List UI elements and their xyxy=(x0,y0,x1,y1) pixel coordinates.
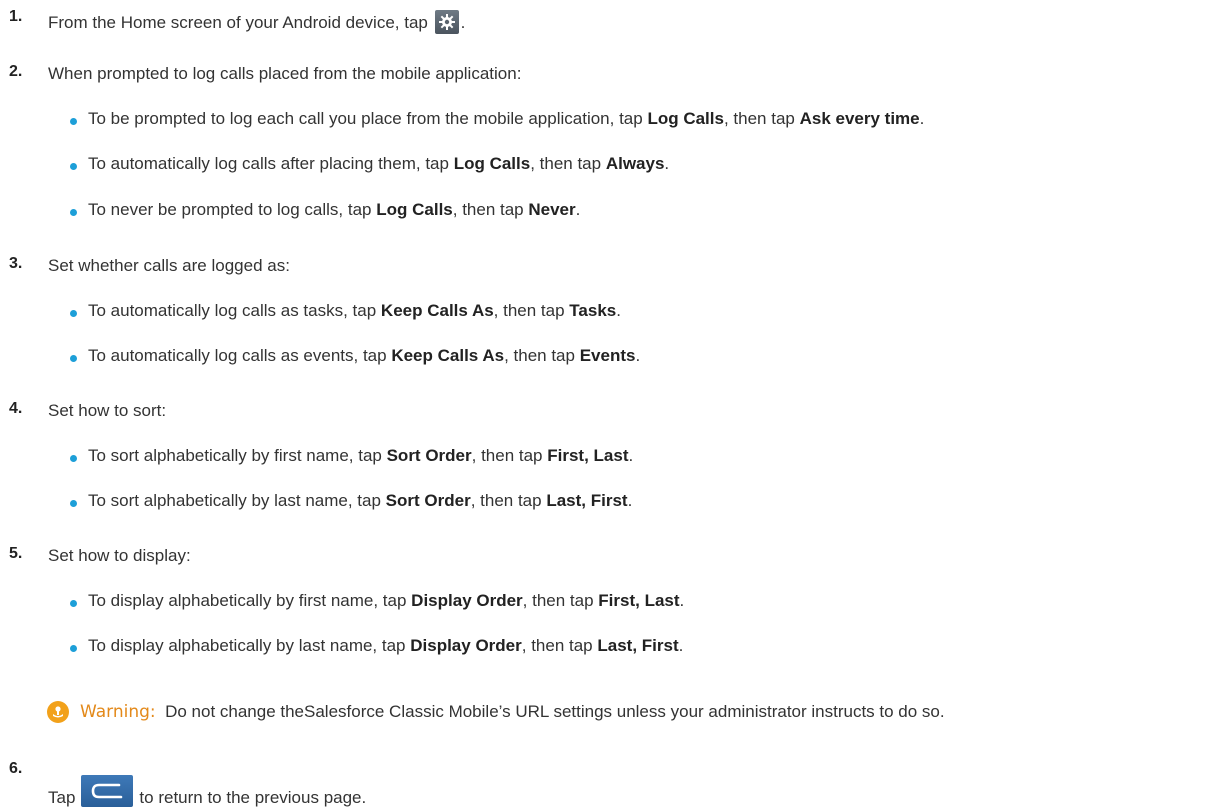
bullet-dot xyxy=(70,645,77,652)
warning-text-line: Warning: Do not change theSalesforce Cla… xyxy=(80,702,945,722)
bullet-text: To display alphabetically by last name, … xyxy=(88,636,684,655)
step-number: 6. xyxy=(9,760,23,777)
step-number: 4. xyxy=(9,400,23,417)
warning-text: Do not change theSalesforce Classic Mobi… xyxy=(165,702,945,721)
step-number: 2. xyxy=(9,63,23,80)
bullet-text: To automatically log calls after placing… xyxy=(88,154,670,173)
step-text: When prompted to log calls placed from t… xyxy=(48,64,522,83)
bullet-text: To sort alphabetically by first name, ta… xyxy=(88,446,634,465)
gear-icon xyxy=(434,10,459,34)
step-number: 1. xyxy=(9,8,23,25)
step-text: Tap to return to the previous page. xyxy=(48,775,366,808)
bullet-dot xyxy=(70,118,77,125)
step-text: Set how to display: xyxy=(48,546,191,565)
step-text: Set how to sort: xyxy=(48,401,167,420)
bullet-dot xyxy=(70,455,77,462)
step-number: 5. xyxy=(9,545,23,562)
back-arrow-icon xyxy=(81,775,134,807)
step-text: From the Home screen of your Android dev… xyxy=(48,10,465,34)
bullet-text: To be prompted to log each call you plac… xyxy=(88,109,925,128)
bullet-text: To sort alphabetically by last name, tap… xyxy=(88,491,633,510)
bullet-text: To never be prompted to log calls, tap L… xyxy=(88,200,581,219)
bullet-dot xyxy=(70,310,77,317)
bullet-text: To display alphabetically by first name,… xyxy=(88,591,685,610)
bullet-dot xyxy=(70,355,77,362)
bullet-text: To automatically log calls as events, ta… xyxy=(88,346,641,365)
bullet-dot xyxy=(70,209,77,216)
step-number: 3. xyxy=(9,255,23,272)
bullet-dot xyxy=(70,163,77,170)
warning-icon xyxy=(47,701,69,723)
bullet-dot xyxy=(70,600,77,607)
bullet-dot xyxy=(70,500,77,507)
bullet-text: To automatically log calls as tasks, tap… xyxy=(88,301,621,320)
warning-label: Warning: xyxy=(80,702,156,722)
step-text: Set whether calls are logged as: xyxy=(48,256,290,275)
